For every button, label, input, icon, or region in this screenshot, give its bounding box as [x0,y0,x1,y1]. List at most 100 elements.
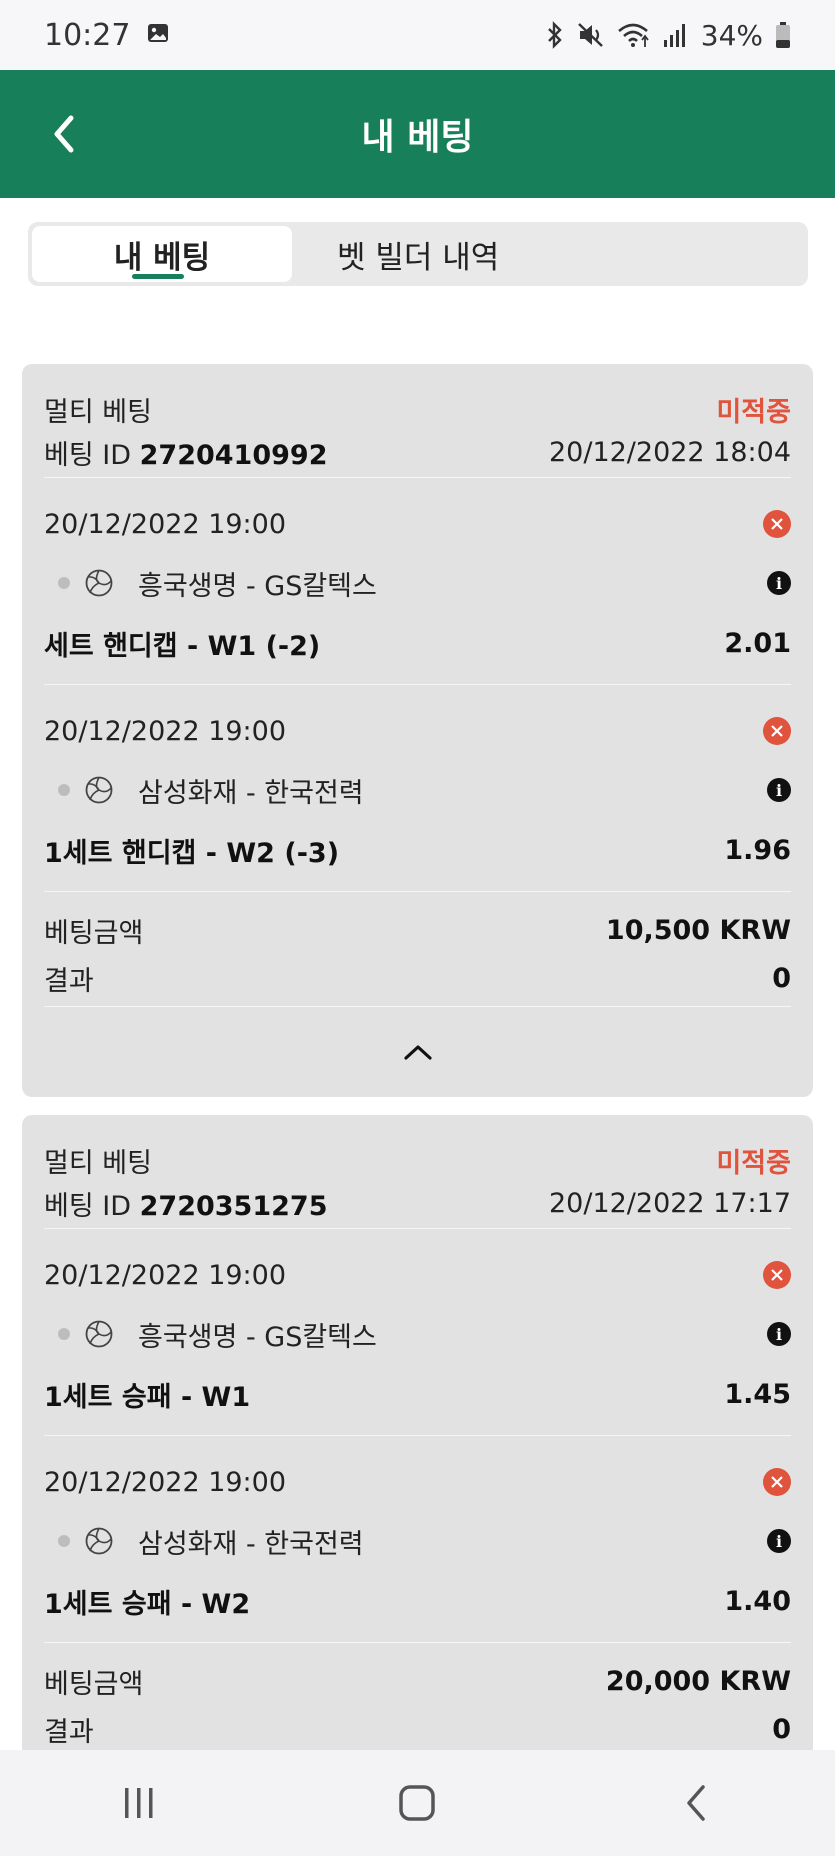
bet-id-row: 베팅 ID 2720410992 20/12/2022 18:04 [44,432,791,478]
tab-my-bets[interactable]: 내 베팅 [32,226,292,282]
tab-active-indicator [132,274,184,279]
bet-type: 멀티 베팅 [44,1147,152,1179]
event-date: 20/12/2022 19:00 [44,1466,287,1498]
selection-date-row: 20/12/2022 19:00 [44,1454,791,1510]
match-row: 흥국생명 - GS칼텍스 i [44,552,791,614]
live-indicator [58,577,70,589]
status-bar: 10:27 34% [0,0,835,70]
chevron-up-icon [403,1045,432,1060]
collapse-button[interactable] [44,1007,791,1097]
tab-label: 벳 빌더 내역 [337,239,500,276]
selection: 20/12/2022 19:00 삼성화재 - 한국전력 i 1세트 승패 - … [44,1436,791,1643]
live-indicator [58,784,70,796]
signal-icon [663,22,689,48]
volleyball-icon [85,569,113,597]
match-name: 삼성화재 - 한국전력 [138,1528,364,1560]
info-icon[interactable]: i [767,571,791,595]
bet-id-row: 베팅 ID 2720351275 20/12/2022 17:17 [44,1183,791,1229]
volleyball-icon [85,776,113,804]
nav-back-button[interactable] [656,1773,736,1833]
volleyball-icon [85,1527,113,1555]
match-name: 흥국생명 - GS칼텍스 [138,1321,377,1353]
live-indicator [58,1328,70,1340]
tab-bet-builder-history[interactable]: 벳 빌더 내역 [292,226,804,282]
odds-value: 1.96 [724,834,791,866]
nav-back-icon [687,1785,705,1821]
selection: 20/12/2022 19:00 삼성화재 - 한국전력 i 1세트 핸디캡 -… [44,685,791,892]
wifi-icon [617,21,651,49]
live-indicator [58,1535,70,1547]
market-row: 1세트 승패 - W2 1.40 [44,1572,791,1630]
odds-value: 1.40 [724,1585,791,1617]
market-name: 1세트 승패 - W1 [44,1381,251,1413]
stake-label: 베팅금액 [44,1668,144,1700]
match-row: 삼성화재 - 한국전력 i [44,759,791,821]
stake-value: 20,000 KRW [605,1665,791,1697]
status-badge: 미적중 [716,1147,791,1179]
market-name: 1세트 승패 - W2 [44,1588,251,1620]
bet-type: 멀티 베팅 [44,396,152,428]
back-button[interactable] [40,110,88,158]
bet-placed-time: 20/12/2022 17:17 [548,1188,791,1219]
lost-icon [763,717,791,745]
selection: 20/12/2022 19:00 흥국생명 - GS칼텍스 i 1세트 승패 -… [44,1229,791,1436]
info-icon[interactable]: i [767,1322,791,1346]
event-date: 20/12/2022 19:00 [44,715,287,747]
mute-icon [577,21,605,49]
result-row: 결과 0 [44,1705,791,1750]
image-icon [146,21,170,49]
info-icon[interactable]: i [767,1529,791,1553]
result-value: 0 [772,1713,791,1745]
result-row: 결과 0 [44,954,791,1002]
result-value: 0 [772,962,791,994]
home-button[interactable] [377,1773,457,1833]
home-icon [399,1785,436,1821]
event-date: 20/12/2022 19:00 [44,1259,287,1291]
recents-icon [125,1788,153,1818]
result-label: 결과 [44,965,94,997]
app-header: 내 베팅 [0,70,835,198]
market-name: 세트 핸디캡 - W1 (-2) [44,630,321,662]
volleyball-icon [85,1320,113,1348]
lost-icon [763,1261,791,1289]
page-title: 내 베팅 [361,117,474,158]
bet-summary: 베팅금액 20,000 KRW 결과 0 [44,1643,791,1750]
odds-value: 1.45 [724,1378,791,1410]
bet-id: 2720351275 [139,1191,328,1222]
tab-label: 내 베팅 [113,239,211,276]
selection: 20/12/2022 19:00 흥국생명 - GS칼텍스 i 세트 핸디캡 -… [44,478,791,685]
bet-placed-time: 20/12/2022 18:04 [548,437,791,468]
battery-text: 34% [700,18,763,52]
lost-icon [763,1468,791,1496]
bet-id-label: 베팅 ID [44,440,132,471]
tab-bar: 내 베팅 벳 빌더 내역 [28,222,808,286]
bet-summary: 베팅금액 10,500 KRW 결과 0 [44,892,791,1007]
bet-card[interactable]: 멀티 베팅 미적중 베팅 ID 2720410992 20/12/2022 18… [22,364,813,1097]
info-icon[interactable]: i [767,778,791,802]
odds-value: 2.01 [724,627,791,659]
recents-button[interactable] [99,1773,179,1833]
bet-card[interactable]: 멀티 베팅 미적중 베팅 ID 2720351275 20/12/2022 17… [22,1115,813,1750]
match-name: 흥국생명 - GS칼텍스 [138,570,377,602]
result-label: 결과 [44,1716,94,1748]
battery-icon [775,21,791,49]
bet-card-header: 멀티 베팅 미적중 [44,1137,791,1183]
bet-id-label: 베팅 ID [44,1191,132,1222]
stake-row: 베팅금액 20,000 KRW [44,1657,791,1705]
match-row: 흥국생명 - GS칼텍스 i [44,1303,791,1365]
bet-id: 2720410992 [139,440,328,471]
bet-list[interactable]: 멀티 베팅 미적중 베팅 ID 2720410992 20/12/2022 18… [0,364,835,1750]
system-nav-bar [0,1750,835,1856]
lost-icon [763,510,791,538]
stake-value: 10,500 KRW [605,914,791,946]
match-row: 삼성화재 - 한국전력 i [44,1510,791,1572]
selection-date-row: 20/12/2022 19:00 [44,703,791,759]
back-icon [54,115,74,153]
market-row: 1세트 핸디캡 - W2 (-3) 1.96 [44,821,791,879]
market-row: 1세트 승패 - W1 1.45 [44,1365,791,1423]
stake-row: 베팅금액 10,500 KRW [44,906,791,954]
market-name: 1세트 핸디캡 - W2 (-3) [44,837,340,869]
event-date: 20/12/2022 19:00 [44,508,287,540]
bluetooth-icon [545,21,565,49]
status-time: 10:27 [44,17,131,53]
